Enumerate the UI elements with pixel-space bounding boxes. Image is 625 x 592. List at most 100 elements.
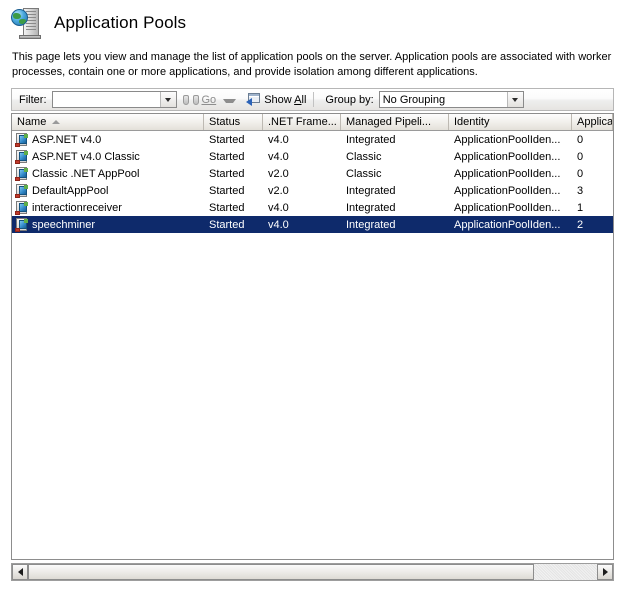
page-description: This page lets you view and manage the l… xyxy=(12,51,612,78)
show-all-label-suffix: ll xyxy=(301,93,307,106)
show-all-label-accel: A xyxy=(294,93,302,106)
cell-net-framework: v4.0 xyxy=(268,201,289,214)
go-dropdown-arrow-icon[interactable] xyxy=(223,98,237,103)
column-header-managed-pipeline[interactable]: Managed Pipeli... xyxy=(341,114,449,130)
cell-identity: ApplicationPoolIden... xyxy=(454,184,561,197)
cell-status: Started xyxy=(209,133,245,146)
cell-managed-pipeline: Integrated xyxy=(346,133,396,146)
toolbar-separator xyxy=(313,92,315,107)
cell-name-label: speechminer xyxy=(32,218,95,231)
cell-net-framework: v2.0 xyxy=(268,167,289,180)
cell-identity: ApplicationPoolIden... xyxy=(454,201,561,214)
scroll-right-button[interactable] xyxy=(597,564,613,580)
cell-identity: ApplicationPoolIden... xyxy=(454,167,561,180)
cell-applications: 0 xyxy=(577,167,584,180)
column-header-net-framework-label: .NET Frame... xyxy=(268,116,337,128)
show-all-label: Show All xyxy=(264,94,306,106)
column-header-status[interactable]: Status xyxy=(204,114,263,130)
column-header-identity[interactable]: Identity xyxy=(449,114,572,130)
cell-identity: ApplicationPoolIden... xyxy=(454,150,561,163)
cell-name-label: ASP.NET v4.0 xyxy=(32,133,102,146)
cell-status: Started xyxy=(209,150,245,163)
cell-name-label: ASP.NET v4.0 Classic xyxy=(32,150,140,163)
show-all-window-icon xyxy=(246,93,261,106)
cell-name: ASP.NET v4.0 xyxy=(12,132,204,147)
cell-applications: 0 xyxy=(577,133,584,146)
table-row[interactable]: Classic .NET AppPool Started v2.0 Classi… xyxy=(12,165,613,182)
application-pool-icon xyxy=(15,217,29,232)
cell-net-framework: v4.0 xyxy=(268,218,289,231)
cell-name: Classic .NET AppPool xyxy=(12,166,204,181)
column-header-status-label: Status xyxy=(209,116,241,128)
chevron-left-icon xyxy=(17,568,23,576)
column-header-applications-label: Application xyxy=(577,116,613,128)
column-header-managed-pipeline-label: Managed Pipeli... xyxy=(346,116,431,128)
page-header: Application Pools xyxy=(0,0,625,40)
cell-status: Started xyxy=(209,184,245,197)
group-by-combobox[interactable]: No Grouping xyxy=(378,91,524,108)
show-all-button[interactable]: Show All xyxy=(246,93,306,106)
application-pool-icon xyxy=(15,183,29,198)
cell-name: ASP.NET v4.0 Classic xyxy=(12,149,204,164)
cell-net-framework: v4.0 xyxy=(268,133,289,146)
column-header-name[interactable]: Name xyxy=(12,114,204,130)
application-pool-icon xyxy=(15,132,29,147)
cell-name: speechminer xyxy=(12,217,204,232)
filter-label: Filter: xyxy=(19,93,47,106)
cell-applications: 3 xyxy=(577,184,584,197)
cell-applications: 0 xyxy=(577,150,584,163)
column-header-net-framework[interactable]: .NET Frame... xyxy=(263,114,341,130)
page-title: Application Pools xyxy=(54,13,187,32)
scrollbar-thumb[interactable] xyxy=(28,564,535,580)
cell-name-label: interactionreceiver xyxy=(32,201,122,214)
page-bottom-strip xyxy=(0,581,625,592)
filter-toolbar: Filter: Go Show All Group by: No Groupin… xyxy=(11,88,614,111)
sort-ascending-icon xyxy=(52,120,61,124)
binoculars-icon[interactable] xyxy=(182,94,199,106)
horizontal-scrollbar[interactable] xyxy=(11,563,614,581)
server-globe-icon xyxy=(10,5,46,41)
scrollbar-track[interactable] xyxy=(28,564,597,580)
filter-input[interactable] xyxy=(52,93,176,106)
cell-applications: 2 xyxy=(577,218,584,231)
cell-applications: 1 xyxy=(577,201,584,214)
chevron-right-icon xyxy=(602,568,608,576)
filter-dropdown-arrow-icon[interactable] xyxy=(159,92,176,107)
cell-name: DefaultAppPool xyxy=(12,183,204,198)
grid-body: ASP.NET v4.0 Started v4.0 Integrated App… xyxy=(12,131,613,233)
group-by-value: No Grouping xyxy=(382,93,446,106)
cell-identity: ApplicationPoolIden... xyxy=(454,133,561,146)
scroll-left-button[interactable] xyxy=(12,564,28,580)
column-header-name-label: Name xyxy=(17,116,47,128)
cell-name-label: Classic .NET AppPool xyxy=(32,167,140,180)
cell-name: interactionreceiver xyxy=(12,200,204,215)
cell-managed-pipeline: Integrated xyxy=(346,184,396,197)
application-pool-icon xyxy=(15,166,29,181)
cell-status: Started xyxy=(209,201,245,214)
filter-combobox[interactable] xyxy=(51,91,177,108)
application-pool-icon xyxy=(15,149,29,164)
cell-managed-pipeline: Integrated xyxy=(346,201,396,214)
cell-managed-pipeline: Classic xyxy=(346,167,382,180)
application-pools-grid: Name Status .NET Frame... Managed Pipeli… xyxy=(11,113,614,560)
go-button[interactable]: Go xyxy=(202,94,217,106)
cell-status: Started xyxy=(209,218,245,231)
grid-header-row: Name Status .NET Frame... Managed Pipeli… xyxy=(12,113,613,131)
table-row[interactable]: ASP.NET v4.0 Started v4.0 Integrated App… xyxy=(12,131,613,148)
table-row[interactable]: interactionreceiver Started v4.0 Integra… xyxy=(12,199,613,216)
cell-status: Started xyxy=(209,167,245,180)
cell-name-label: DefaultAppPool xyxy=(32,184,109,197)
group-by-dropdown-arrow-icon[interactable] xyxy=(506,92,523,107)
column-header-identity-label: Identity xyxy=(454,116,490,128)
table-row[interactable]: ASP.NET v4.0 Classic Started v4.0 Classi… xyxy=(12,148,613,165)
cell-net-framework: v2.0 xyxy=(268,184,289,197)
table-row-selected[interactable]: speechminer Started v4.0 Integrated Appl… xyxy=(12,216,613,233)
cell-managed-pipeline: Classic xyxy=(346,150,382,163)
application-pool-icon xyxy=(15,200,29,215)
cell-net-framework: v4.0 xyxy=(268,150,289,163)
cell-identity: ApplicationPoolIden... xyxy=(454,218,561,231)
column-header-applications[interactable]: Application xyxy=(572,114,613,130)
cell-managed-pipeline: Integrated xyxy=(346,218,396,231)
table-row[interactable]: DefaultAppPool Started v2.0 Integrated A… xyxy=(12,182,613,199)
show-all-label-prefix: Show xyxy=(264,93,295,106)
